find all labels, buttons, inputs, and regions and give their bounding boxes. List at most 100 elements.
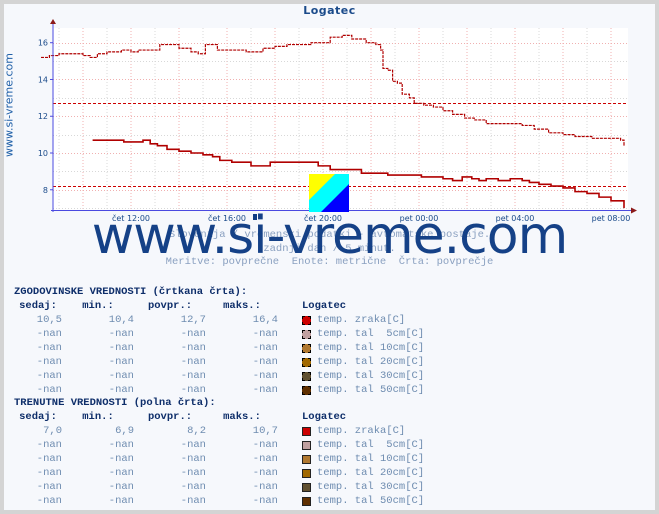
legend-label: temp. tal 5cm[C]	[317, 439, 425, 451]
line-chart: 8 10 12 14 16 čet 12:00 čet 16:00 čet 20:00 pet …	[38, 19, 637, 223]
value-avg: -nan	[180, 370, 206, 382]
legend-entry: temp. tal 20cm[C]	[302, 466, 424, 480]
legend-entry: temp. tal 10cm[C]	[302, 341, 424, 355]
legend-label: temp. tal 20cm[C]	[317, 467, 425, 479]
value-max: -nan	[252, 356, 278, 368]
table-row: -nan -nan -nan -nan temp. tal 5cm[C]	[14, 438, 424, 452]
y-tick-label: 8	[43, 186, 48, 195]
legend-swatch-icon	[302, 496, 311, 506]
value-avg: -nan	[180, 481, 206, 493]
y-tick-label: 14	[38, 75, 48, 84]
y-tick-label: 10	[38, 149, 48, 158]
table-row: 7,0 6,9 8,2 10,7 temp. zraka[C]	[14, 424, 424, 438]
value-avg: -nan	[180, 384, 206, 396]
legend-entry: temp. tal 50cm[C]	[302, 383, 424, 397]
legend-swatch-icon	[302, 315, 311, 325]
legend-entry: temp. tal 30cm[C]	[302, 369, 424, 383]
x-tick-label: čet 20:00	[304, 213, 342, 223]
value-now: 7,0	[43, 425, 62, 437]
col-min: min.:	[82, 411, 114, 423]
value-avg: 12,7	[180, 314, 206, 326]
table-row: 10,5 10,4 12,7 16,4 temp. zraka[C]	[14, 313, 424, 327]
table-row: -nan -nan -nan -nan temp. tal 30cm[C]	[14, 369, 424, 383]
legend-entry: temp. zraka[C]	[302, 313, 405, 327]
legend-label: temp. zraka[C]	[317, 314, 406, 326]
subtitle-line-1: Slovenija / vremenski podatki - avtomats…	[168, 229, 491, 241]
legend-swatch-icon	[302, 343, 311, 353]
table-header-row: sedaj: min.: povpr.: maks.: Logatec	[14, 410, 424, 424]
value-max: -nan	[252, 453, 278, 465]
value-min: -nan	[108, 439, 134, 451]
value-avg: -nan	[180, 495, 206, 507]
table-row: -nan -nan -nan -nan temp. tal 30cm[C]	[14, 480, 424, 494]
value-max: -nan	[252, 342, 278, 354]
legend-label: temp. tal 30cm[C]	[317, 370, 425, 382]
col-max: maks.:	[223, 411, 261, 423]
current-values-table: TRENUTNE VREDNOSTI (polna črta): sedaj: …	[14, 396, 424, 508]
value-max: 16,4	[252, 314, 278, 326]
value-min: -nan	[108, 453, 134, 465]
value-now: -nan	[36, 328, 62, 340]
legend-entry: temp. tal 5cm[C]	[302, 327, 424, 341]
legend-swatch-icon	[302, 468, 311, 478]
table-header-row: sedaj: min.: povpr.: maks.: Logatec	[14, 299, 424, 313]
value-max: 10,7	[252, 425, 278, 437]
value-min: -nan	[108, 481, 134, 493]
value-now: -nan	[36, 356, 62, 368]
station-name: Logatec	[302, 411, 347, 423]
value-now: -nan	[36, 384, 62, 396]
value-avg: -nan	[180, 439, 206, 451]
value-min: -nan	[108, 384, 134, 396]
legend-label: temp. zraka[C]	[317, 425, 406, 437]
table-row: -nan -nan -nan -nan temp. tal 50cm[C]	[14, 494, 424, 508]
legend-swatch-icon	[302, 385, 311, 395]
legend-entry: temp. tal 50cm[C]	[302, 494, 424, 508]
legend-swatch-icon	[302, 426, 311, 436]
legend-label: temp. tal 50cm[C]	[317, 495, 425, 507]
value-now: -nan	[36, 453, 62, 465]
table-heading: ZGODOVINSKE VREDNOSTI (črtkana črta):	[14, 286, 248, 298]
legend-label: temp. tal 10cm[C]	[317, 342, 425, 354]
value-max: -nan	[252, 467, 278, 479]
value-min: 6,9	[115, 425, 134, 437]
value-min: -nan	[108, 356, 134, 368]
legend-swatch-icon	[302, 482, 311, 492]
table-row: -nan -nan -nan -nan temp. tal 50cm[C]	[14, 383, 424, 397]
value-min: -nan	[108, 495, 134, 507]
value-min: -nan	[108, 467, 134, 479]
y-axis-arrow-icon	[50, 19, 56, 24]
col-min: min.:	[82, 300, 114, 312]
value-now: 10,5	[36, 314, 62, 326]
table-row: -nan -nan -nan -nan temp. tal 5cm[C]	[14, 327, 424, 341]
subtitle-line-2: zadnji dan / 5 minut.	[263, 243, 396, 255]
legend-label: temp. tal 5cm[C]	[317, 328, 425, 340]
table-row: -nan -nan -nan -nan temp. tal 10cm[C]	[14, 341, 424, 355]
legend-label: temp. tal 20cm[C]	[317, 356, 425, 368]
value-avg: 8,2	[187, 425, 206, 437]
y-tick-label: 12	[38, 112, 48, 121]
value-avg: -nan	[180, 453, 206, 465]
value-now: -nan	[36, 481, 62, 493]
subtitle-line-3: Meritve: povprečne Enote: metrične Črta:…	[165, 256, 494, 268]
marker-icon	[253, 214, 257, 220]
legend-swatch-icon	[302, 329, 311, 339]
legend-swatch-icon	[302, 454, 311, 464]
x-tick-label: pet 04:00	[496, 214, 535, 223]
col-max: maks.:	[223, 300, 261, 312]
station-name: Logatec	[302, 300, 347, 312]
legend-swatch-icon	[302, 357, 311, 367]
value-min: -nan	[108, 370, 134, 382]
table-row: -nan -nan -nan -nan temp. tal 10cm[C]	[14, 452, 424, 466]
value-max: -nan	[252, 481, 278, 493]
value-min: -nan	[108, 328, 134, 340]
x-tick-label: pet 08:00	[592, 214, 631, 223]
legend-entry: temp. tal 20cm[C]	[302, 355, 424, 369]
x-tick-label: čet 16:00	[208, 213, 246, 223]
legend-label: temp. tal 10cm[C]	[317, 453, 425, 465]
value-min: -nan	[108, 342, 134, 354]
y-tick-label: 16	[38, 39, 48, 48]
value-avg: -nan	[180, 467, 206, 479]
value-now: -nan	[36, 342, 62, 354]
x-tick-label: pet 00:00	[400, 214, 439, 223]
value-now: -nan	[36, 370, 62, 382]
